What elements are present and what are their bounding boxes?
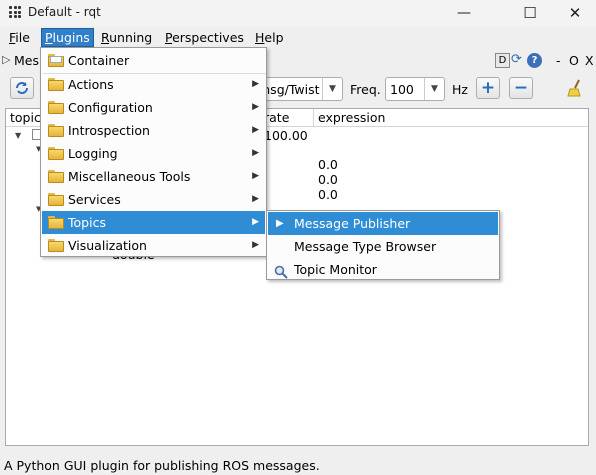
add-button[interactable]: + [476,77,500,99]
menu-bar: File Plugins Running Perspectives Help [0,28,596,48]
submenu-arrow-icon: ▶ [252,79,259,89]
menu-item-services[interactable]: Services ▶ [42,188,265,211]
submenu-arrow-icon: ▶ [252,148,259,158]
collapse-triangle-icon[interactable]: ▷ [2,53,10,66]
folder-icon [48,170,64,183]
chevron-down-icon: ▼ [322,78,342,100]
menu-item-visualization[interactable]: Visualization ▶ [42,234,265,257]
menu-plugins[interactable]: Plugins [41,28,94,47]
plugins-menu: Container Actions ▶ Configuration ▶ Intros… [40,47,267,257]
submenu-arrow-icon: ▶ [252,194,259,204]
folder-icon [48,147,64,160]
menu-file[interactable]: File [6,29,33,48]
menu-item-topic-monitor[interactable]: Topic Monitor [268,258,498,281]
clear-broom-icon[interactable] [566,78,586,98]
close-plugin-button[interactable]: X [585,53,594,68]
menu-perspectives[interactable]: Perspectives [162,29,247,48]
float-button[interactable]: O [569,53,579,68]
column-expression[interactable]: expression [314,109,588,127]
submenu-arrow-icon: ▶ [252,171,259,181]
type-combobox-value: msg/Twist [258,81,320,97]
folder-icon [48,54,64,67]
folder-icon [48,239,64,252]
close-button[interactable]: ✕ [552,0,596,26]
folder-icon [48,193,64,206]
submenu-arrow-icon: ▶ [252,125,259,135]
menu-item-message-type-browser[interactable]: Message Type Browser [268,235,498,258]
menu-item-configuration[interactable]: Configuration ▶ [42,96,265,119]
expand-arrow-icon[interactable]: ▼ [15,131,21,140]
row-rate: 100.00 [264,128,308,143]
menu-item-message-publisher[interactable]: ▶ Message Publisher [268,212,498,235]
title-bar: Default - rqt — ☐ ✕ [0,0,596,26]
menu-item-container[interactable]: Container [42,49,265,72]
row-expression: 0.0 [318,157,338,172]
refresh-icon [16,82,28,94]
topics-submenu: ▶ Message Publisher Message Type Browser… [266,210,500,280]
maximize-button[interactable]: ☐ [507,0,553,26]
dash-label[interactable]: - [556,53,561,68]
submenu-arrow-icon: ▶ [252,102,259,112]
freq-label: Freq. [350,82,381,97]
menu-item-introspection[interactable]: Introspection ▶ [42,119,265,142]
hz-label: Hz [452,82,468,97]
freq-value: 100 [390,81,414,97]
menu-item-actions[interactable]: Actions ▶ [42,73,265,96]
column-rate[interactable]: rate [260,109,314,127]
menu-help[interactable]: Help [252,29,287,48]
app-grid-icon [9,6,21,18]
freq-combobox[interactable]: 100 ▼ [385,77,445,101]
chevron-down-icon: ▼ [424,78,444,100]
plugin-title: Mes [14,53,39,68]
status-bar: A Python GUI plugin for publishing ROS m… [4,458,320,473]
folder-icon [48,124,64,137]
menu-running[interactable]: Running [98,29,155,48]
remove-button[interactable]: − [509,77,533,99]
refresh-button[interactable] [10,77,34,99]
d-button[interactable]: D [495,53,510,68]
play-icon: ▶ [276,218,284,229]
row-expression: 0.0 [318,187,338,202]
window-title: Default - rqt [28,5,101,19]
menu-item-topics[interactable]: Topics ▶ [42,211,265,234]
help-icon[interactable]: ? [527,53,542,68]
menu-item-logging[interactable]: Logging ▶ [42,142,265,165]
folder-icon [48,101,64,114]
minimize-button[interactable]: — [441,0,487,26]
reload-icon[interactable]: ⟳ [511,53,525,68]
submenu-arrow-icon: ▶ [252,217,259,227]
row-expression: 0.0 [318,172,338,187]
magnifier-icon [274,263,288,279]
menu-item-miscellaneous-tools[interactable]: Miscellaneous Tools ▶ [42,165,265,188]
submenu-arrow-icon: ▶ [252,240,259,250]
folder-icon [48,216,64,229]
folder-icon [48,78,64,91]
